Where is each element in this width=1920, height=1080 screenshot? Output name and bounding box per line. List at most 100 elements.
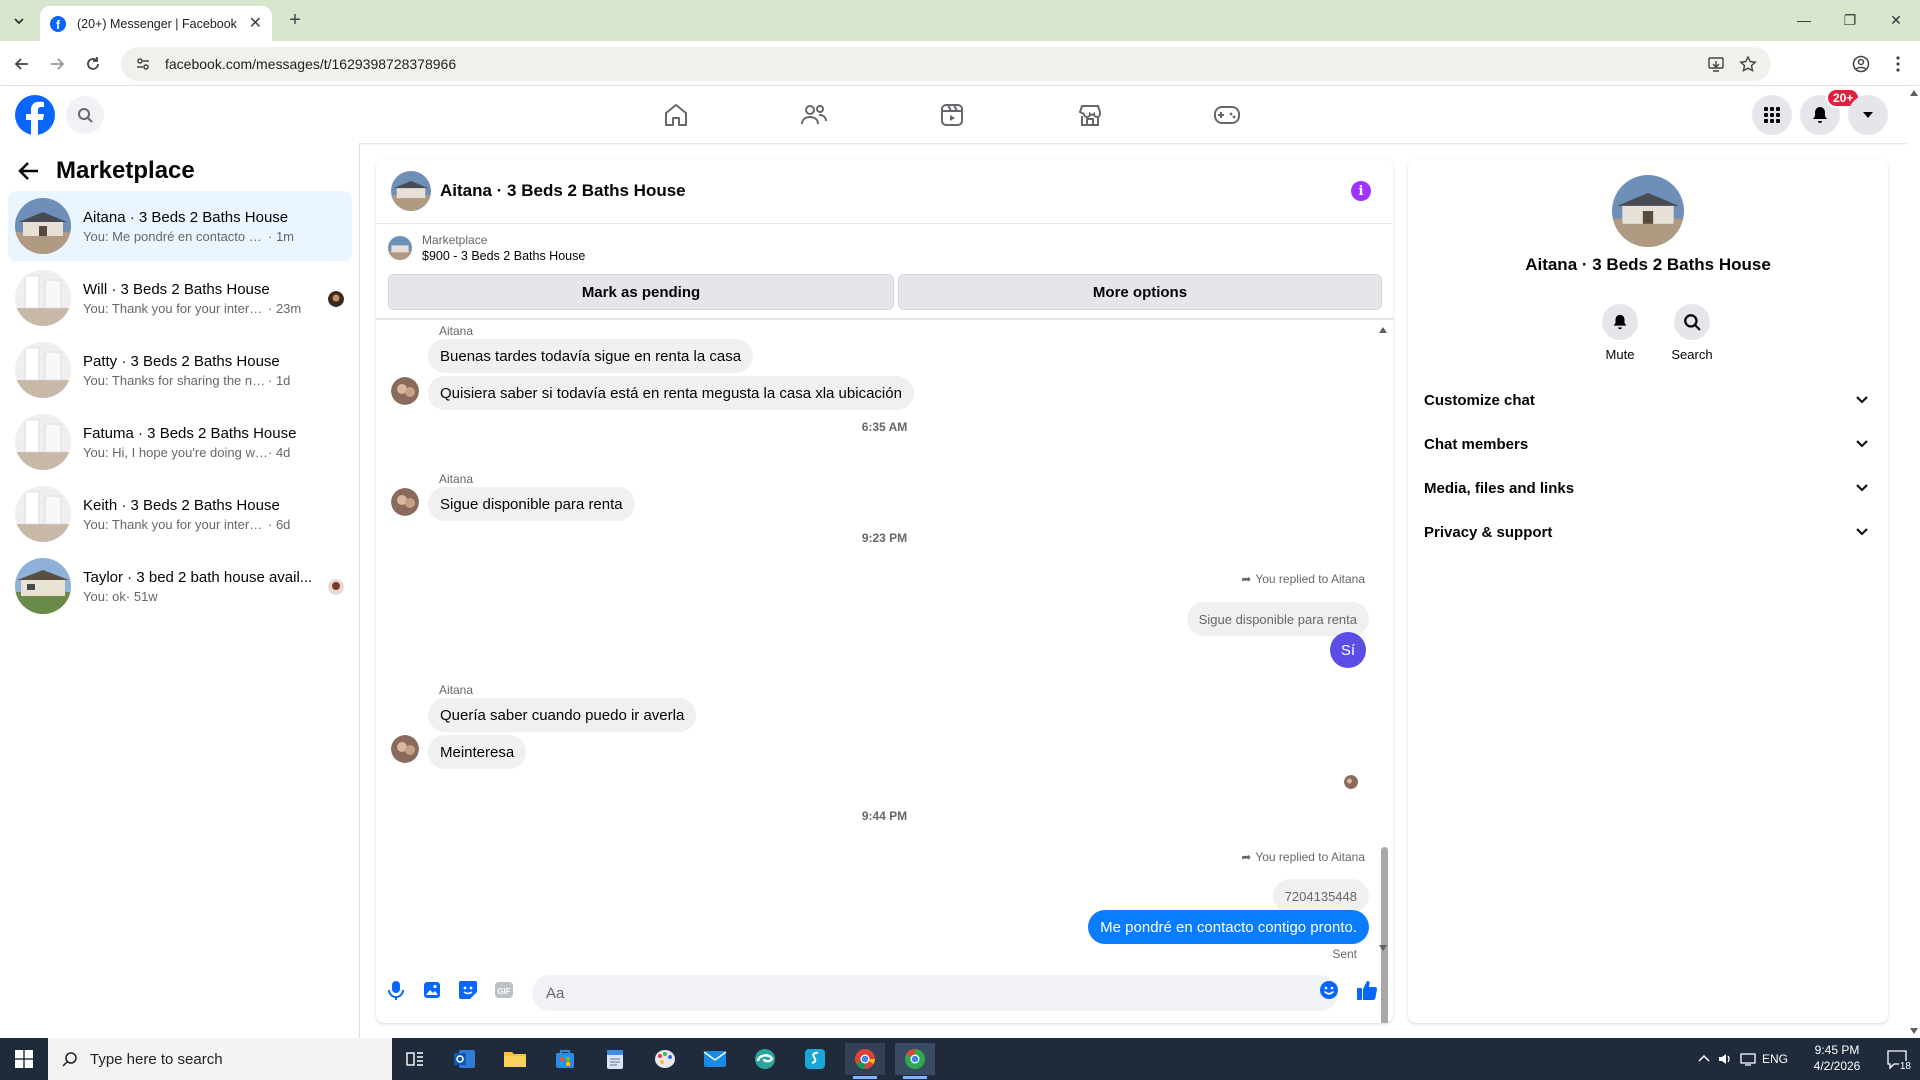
gif-button[interactable]: GIF: [491, 977, 517, 1003]
conversation-item[interactable]: Patty · 3 Beds 2 Baths House You: Thanks…: [8, 335, 352, 405]
conversation-avatar[interactable]: [1612, 175, 1684, 247]
chevron-up-icon[interactable]: [1698, 1053, 1710, 1063]
mute-action[interactable]: Mute: [1590, 304, 1650, 362]
bookmark-star-icon[interactable]: [1739, 55, 1757, 73]
page-scrollbar[interactable]: [1908, 86, 1920, 1038]
folder-icon: [504, 1052, 526, 1067]
taskbar-app-store[interactable]: [545, 1043, 585, 1075]
site-settings-icon[interactable]: [135, 56, 151, 72]
taskbar-app-outlook[interactable]: [445, 1043, 485, 1075]
start-button[interactable]: [0, 1038, 48, 1080]
customize-chat-section[interactable]: Customize chat: [1424, 382, 1872, 418]
svg-text:GIF: GIF: [497, 987, 510, 996]
tab-search-button[interactable]: [6, 8, 32, 34]
conversation-preview: You: Thanks for sharing the number I ...: [83, 372, 268, 388]
search-action[interactable]: Search: [1662, 304, 1722, 362]
incoming-message[interactable]: Meinteresa: [428, 735, 527, 769]
conversation-time: · 6d: [268, 516, 291, 532]
outgoing-message[interactable]: Sí: [1330, 632, 1366, 668]
scroll-down-icon[interactable]: [1379, 945, 1387, 951]
chevron-down-icon: [14, 18, 24, 25]
taskbar-app-paint[interactable]: [645, 1043, 685, 1075]
volume-icon[interactable]: [1717, 1051, 1733, 1067]
incoming-message[interactable]: Buenas tardes todavía sigue en renta la …: [428, 339, 754, 373]
task-view-button[interactable]: [395, 1043, 435, 1075]
mark-as-pending-button[interactable]: Mark as pending: [388, 274, 894, 310]
reload-button[interactable]: [80, 51, 106, 77]
scroll-down-icon[interactable]: [1910, 1028, 1918, 1034]
conversation-item[interactable]: Fatuma · 3 Beds 2 Baths House You: Hi, I…: [8, 407, 352, 477]
incoming-message[interactable]: Quería saber cuando puedo ir averla: [428, 698, 697, 732]
reply-indicator-text: You replied to Aitana: [1255, 850, 1365, 864]
taskbar-app-notepad[interactable]: [595, 1043, 635, 1075]
nav-video[interactable]: [936, 99, 968, 131]
tab-close-button[interactable]: ✕: [249, 15, 262, 32]
conversation-item[interactable]: Taylor · 3 bed 2 bath house avail... You…: [8, 551, 352, 621]
network-icon[interactable]: [1740, 1051, 1756, 1067]
info-icon[interactable]: i: [1351, 181, 1371, 201]
facebook-logo[interactable]: [15, 95, 55, 135]
house-thumbnail: [15, 342, 71, 398]
back-arrow-icon[interactable]: [18, 161, 40, 181]
quoted-message[interactable]: Sigue disponible para renta: [1186, 602, 1369, 636]
listing-info[interactable]: Marketplace $900 - 3 Beds 2 Baths House: [388, 233, 585, 263]
install-app-icon[interactable]: [1707, 55, 1725, 73]
chat-avatar[interactable]: [391, 171, 431, 211]
conversation-item[interactable]: Aitana · 3 Beds 2 Baths House You: Me po…: [8, 191, 352, 261]
quoted-message[interactable]: 7204135448: [1272, 879, 1369, 913]
section-label: Media, files and links: [1424, 479, 1575, 497]
nav-marketplace[interactable]: [1074, 99, 1106, 131]
media-files-links-section[interactable]: Media, files and links: [1424, 470, 1872, 506]
language-indicator[interactable]: ENG: [1762, 1052, 1788, 1066]
nav-home[interactable]: [660, 99, 692, 131]
restore-button[interactable]: ❐: [1830, 8, 1870, 32]
sticker-button[interactable]: [455, 977, 481, 1003]
conversation-time: · 51w: [125, 588, 158, 604]
outgoing-message[interactable]: Me pondré en contacto contigo pronto.: [1088, 910, 1369, 944]
scroll-up-icon[interactable]: [1910, 90, 1918, 96]
clock[interactable]: 9:45 PM 4/2/2026: [1802, 1042, 1872, 1074]
forward-button[interactable]: [44, 51, 70, 77]
attach-photo-button[interactable]: [419, 977, 445, 1003]
message-input[interactable]: [532, 975, 1338, 1011]
taskbar-app-script[interactable]: [795, 1043, 835, 1075]
voice-clip-button[interactable]: [383, 977, 409, 1003]
taskbar-app-chrome-profile[interactable]: [845, 1043, 885, 1079]
action-center-button[interactable]: 18: [1886, 1048, 1912, 1072]
microphone-icon: [388, 981, 404, 1000]
facebook-search-button[interactable]: [66, 96, 104, 134]
address-bar[interactable]: facebook.com/messages/t/1629398728378966: [121, 47, 1771, 81]
privacy-support-section[interactable]: Privacy & support: [1424, 514, 1872, 550]
profile-button[interactable]: [1848, 51, 1874, 77]
browser-tab[interactable]: f (20+) Messenger | Facebook ✕: [40, 6, 272, 41]
new-tab-button[interactable]: +: [283, 9, 307, 33]
chat-title[interactable]: Aitana · 3 Beds 2 Baths House: [440, 181, 686, 201]
chat-members-section[interactable]: Chat members: [1424, 426, 1872, 462]
conversation-time: · 1d: [268, 372, 291, 388]
nav-friends[interactable]: [798, 99, 830, 131]
taskbar-app-mail[interactable]: [695, 1043, 735, 1075]
taskbar-app-explorer[interactable]: [495, 1043, 535, 1075]
emoji-button[interactable]: [1316, 977, 1342, 1003]
taskbar-app-chrome[interactable]: [895, 1043, 935, 1079]
listing-source: Marketplace: [422, 233, 488, 247]
back-button[interactable]: [9, 51, 35, 77]
taskbar-app-edge[interactable]: [745, 1043, 785, 1075]
marketplace-icon: [1078, 105, 1101, 126]
account-menu-button[interactable]: [1848, 95, 1888, 135]
conversation-item[interactable]: Keith · 3 Beds 2 Baths House You: Thank …: [8, 479, 352, 549]
like-button[interactable]: [1354, 977, 1380, 1003]
close-window-button[interactable]: ✕: [1876, 8, 1916, 32]
more-options-button[interactable]: More options: [898, 274, 1382, 310]
taskbar-search[interactable]: Type here to search: [48, 1038, 392, 1080]
menu-grid-button[interactable]: [1752, 95, 1792, 135]
browser-menu-button[interactable]: [1885, 51, 1911, 77]
incoming-message[interactable]: Quisiera saber si todavía está en renta …: [428, 376, 914, 410]
incoming-message[interactable]: Sigue disponible para renta: [428, 487, 635, 521]
chrome-icon: [905, 1048, 925, 1069]
nav-gaming[interactable]: [1211, 99, 1243, 131]
scroll-up-icon[interactable]: [1379, 327, 1387, 333]
search-icon: [78, 108, 93, 123]
minimize-button[interactable]: —: [1784, 8, 1824, 32]
conversation-item[interactable]: Will · 3 Beds 2 Baths House You: Thank y…: [8, 263, 352, 333]
